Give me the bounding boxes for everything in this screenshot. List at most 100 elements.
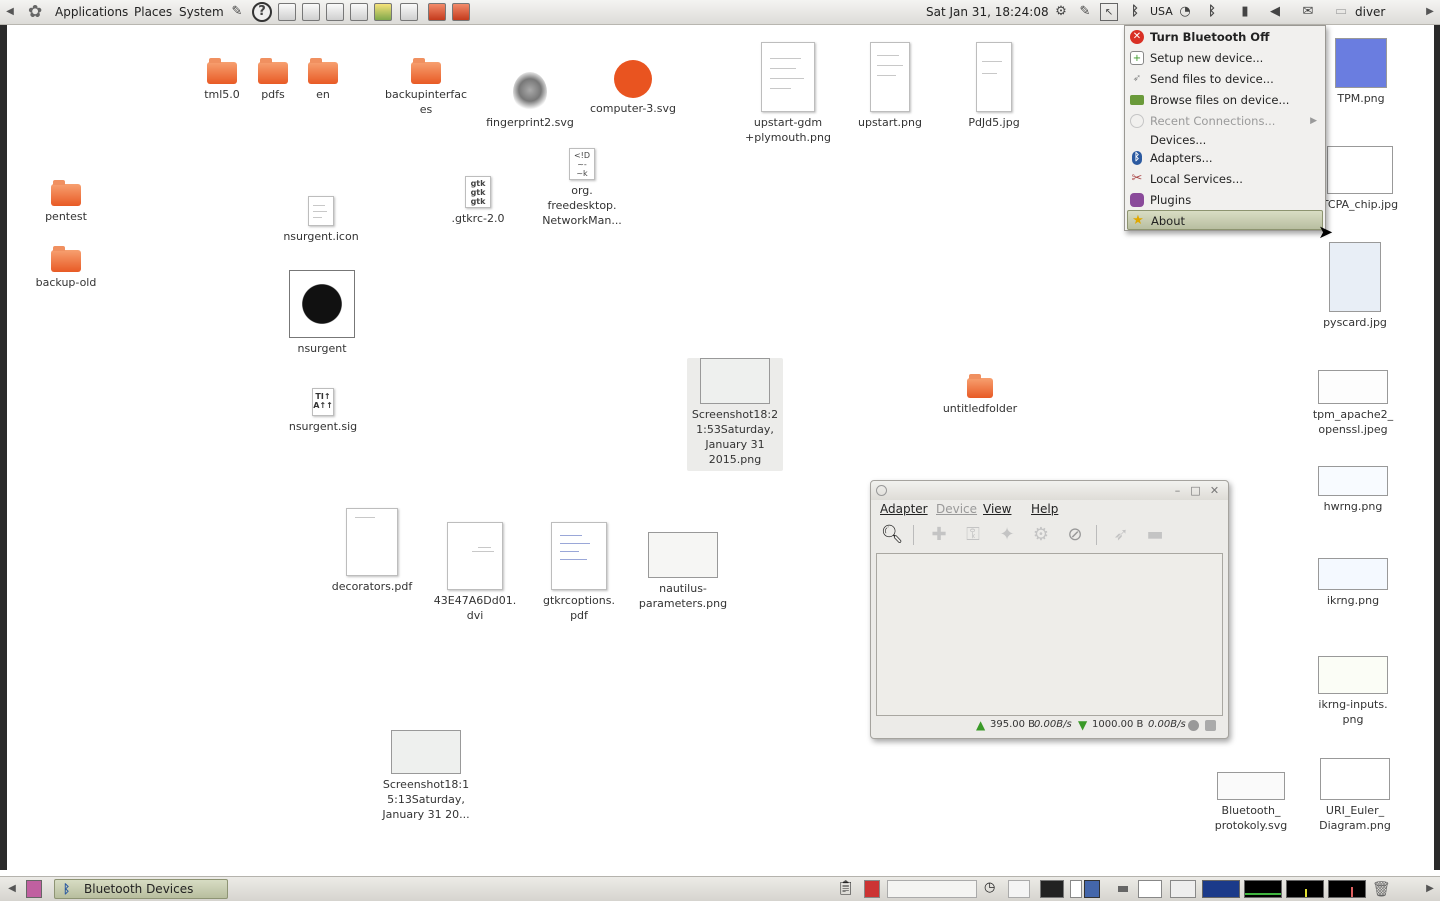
desktop-icon-upstart[interactable]: upstart.png [850, 42, 930, 130]
network-tool-icon[interactable]: ✎ [228, 3, 246, 21]
network-manager-icon[interactable]: ⚙ [1052, 3, 1070, 21]
scroll-left-icon[interactable]: ◀ [4, 877, 20, 901]
desktop-icon-uri-euler[interactable]: URI_Euler_ Diagram.png [1310, 758, 1400, 833]
show-desktop-icon[interactable] [26, 880, 42, 898]
launcher-window-2-icon[interactable] [302, 3, 320, 21]
add-icon[interactable]: ✚ [927, 523, 951, 547]
clipboard-icon[interactable]: 📋︎ [837, 880, 855, 898]
user-menu[interactable]: diver [1355, 0, 1385, 24]
launcher-record-icon[interactable] [452, 3, 470, 21]
memory-graph[interactable] [1244, 880, 1282, 898]
bluetooth-applet-icon[interactable]: ᛒ [1203, 3, 1221, 21]
menu-item-plugins[interactable]: Plugins [1127, 190, 1323, 210]
desktop-icon-tpm[interactable]: TPM.png [1326, 38, 1396, 106]
workspace-4-icon[interactable] [1138, 880, 1162, 898]
menu-item-devices[interactable]: Devices... [1127, 130, 1323, 150]
desktop-icon-screenshot-1[interactable]: Screenshot18:2 1:53Saturday, January 31 … [687, 358, 783, 471]
desktop-icon-bluetooth-protokoly[interactable]: Bluetooth_ protokoly.svg [1206, 772, 1296, 833]
desktop-icon-ikrng-inputs[interactable]: ikrng-inputs. png [1308, 656, 1398, 727]
desktop-icon-nsurgent-icon[interactable]: nsurgent.icon [276, 196, 366, 244]
timer-icon[interactable]: ◷ [984, 880, 1002, 898]
launcher-window-1-icon[interactable] [278, 3, 296, 21]
edit-icon[interactable]: ✎ [1076, 3, 1094, 21]
trust-star-icon[interactable]: ✦ [995, 523, 1019, 547]
menu-item-local-services[interactable]: ✂ Local Services... [1127, 169, 1323, 189]
desktop-icon-gtkrcoptions[interactable]: gtkrcoptions. pdf [534, 522, 624, 623]
workspace-1-icon[interactable] [1070, 880, 1082, 898]
menu-item-turn-bluetooth-off[interactable]: ✕ Turn Bluetooth Off [1127, 27, 1323, 47]
dictionary-icon[interactable] [864, 880, 880, 898]
workspace-2-icon[interactable] [1084, 880, 1100, 898]
desktop-icon-backup-old[interactable]: backup-old [30, 246, 102, 290]
desktop-icon-gtkrc[interactable]: gtk gtk gtk .gtkrc-2.0 [440, 176, 516, 226]
device-list[interactable] [876, 553, 1223, 716]
ubuntu-logo-icon[interactable]: ✿ [28, 0, 48, 24]
desktop-icon-backupinterfaces[interactable]: backupinterfac es [382, 58, 470, 117]
desktop-icon-pdjd5[interactable]: PdJd5.jpg [954, 42, 1034, 130]
terminal-icon[interactable] [1040, 880, 1064, 898]
search-icon[interactable]: 🔍︎ [880, 523, 904, 547]
scroll-right-icon[interactable]: ▶ [1422, 0, 1438, 24]
scroll-right-icon[interactable]: ▶ [1422, 877, 1438, 901]
desktop-icon-nm-dbus[interactable]: <!D ~- ~k org. freedesktop. NetworkMan... [534, 148, 630, 228]
screenshot-tool-icon[interactable]: ↖ [1100, 3, 1118, 21]
places-menu[interactable]: Places [134, 0, 172, 24]
desktop-icon-nsurgent-sig[interactable]: TI↑ A↑↑ nsurgent.sig [284, 388, 362, 434]
setup-gear-icon[interactable]: ⚙ [1029, 523, 1053, 547]
launcher-window-4-icon[interactable] [350, 3, 368, 21]
network-graph[interactable] [1286, 880, 1324, 898]
menu-item-browse-files[interactable]: Browse files on device... [1127, 90, 1323, 110]
pair-key-icon[interactable]: ⚿ [961, 523, 985, 547]
desktop-icon-nautilus-params[interactable]: nautilus- parameters.png [634, 532, 732, 611]
desktop-icon-pentest[interactable]: pentest [30, 180, 102, 224]
menu-adapter[interactable]: Adapter [880, 500, 928, 518]
desktop-icon-screenshot-2[interactable]: Screenshot18:1 5:13Saturday, January 31 … [376, 730, 476, 822]
menu-item-setup-new-device[interactable]: + Setup new device... [1127, 48, 1323, 68]
window-titlebar[interactable]: – □ ✕ [871, 481, 1228, 500]
wireless-icon[interactable]: ◔ [1176, 3, 1194, 21]
menu-item-adapters[interactable]: ᛒ Adapters... [1127, 148, 1323, 168]
workspace-5-icon[interactable] [1170, 880, 1196, 898]
scroll-left-icon[interactable]: ◀ [2, 0, 18, 24]
system-menu[interactable]: System [179, 0, 224, 24]
menu-item-recent-connections[interactable]: Recent Connections... ▶ [1127, 111, 1323, 131]
workspace-3-icon[interactable] [1118, 886, 1128, 892]
dictionary-search-field[interactable] [887, 880, 977, 898]
desktop-icon-nsurgent[interactable]: nsurgent [284, 270, 360, 356]
launcher-window-5-icon[interactable] [400, 3, 418, 21]
minimize-icon[interactable]: – [1171, 484, 1184, 497]
keyboard-layout-indicator[interactable]: USA [1150, 0, 1173, 24]
menu-view[interactable]: View [983, 500, 1011, 518]
desktop-icon-decorators[interactable]: decorators.pdf [326, 508, 418, 594]
volume-icon[interactable]: ◀ [1266, 3, 1284, 21]
desktop-icon-fingerprint[interactable]: fingerprint2.svg [482, 72, 578, 130]
applications-menu[interactable]: Applications [55, 0, 128, 24]
desktop-icon-en[interactable]: en [294, 58, 352, 102]
desktop-icon-untitled-folder[interactable]: untitledfolder [936, 374, 1024, 416]
trash-icon[interactable]: 🗑︎ [1372, 880, 1391, 898]
window-menu-icon[interactable] [876, 485, 887, 496]
bluetooth-tray-icon[interactable]: ᛒ [1126, 3, 1144, 21]
battery-icon[interactable]: ▮ [1236, 3, 1254, 21]
close-icon[interactable]: ✕ [1208, 484, 1221, 497]
desktop-icon-ikrng[interactable]: ikrng.png [1310, 558, 1396, 608]
system-monitor-icon[interactable] [1008, 880, 1030, 898]
desktop-icon-upstart-gdm[interactable]: upstart-gdm +plymouth.png [740, 42, 836, 145]
launcher-window-3-icon[interactable] [326, 3, 344, 21]
send-icon[interactable]: ➶ [1109, 523, 1133, 547]
desktop-icon-computer3[interactable]: computer-3.svg [583, 60, 683, 116]
menu-item-send-files[interactable]: ➶ Send files to device... [1127, 69, 1323, 89]
help-icon[interactable]: ? [252, 2, 272, 22]
block-icon[interactable]: ⊘ [1063, 523, 1087, 547]
launcher-screenshot-icon[interactable] [428, 3, 446, 21]
disk-graph[interactable] [1328, 880, 1366, 898]
chat-icon[interactable]: ▭ [1332, 3, 1350, 21]
clock[interactable]: Sat Jan 31, 18:24:08 [926, 0, 1049, 24]
desktop-icon-hwrng[interactable]: hwrng.png [1310, 466, 1396, 514]
menu-item-about[interactable]: ★ About [1127, 210, 1323, 230]
desktop-icon-dvi[interactable]: 43E47A6Dd01. dvi [430, 522, 520, 623]
mail-icon[interactable]: ✉ [1299, 3, 1317, 21]
maximize-icon[interactable]: □ [1189, 484, 1202, 497]
menu-help[interactable]: Help [1031, 500, 1058, 518]
menu-device[interactable]: Device [936, 500, 977, 518]
